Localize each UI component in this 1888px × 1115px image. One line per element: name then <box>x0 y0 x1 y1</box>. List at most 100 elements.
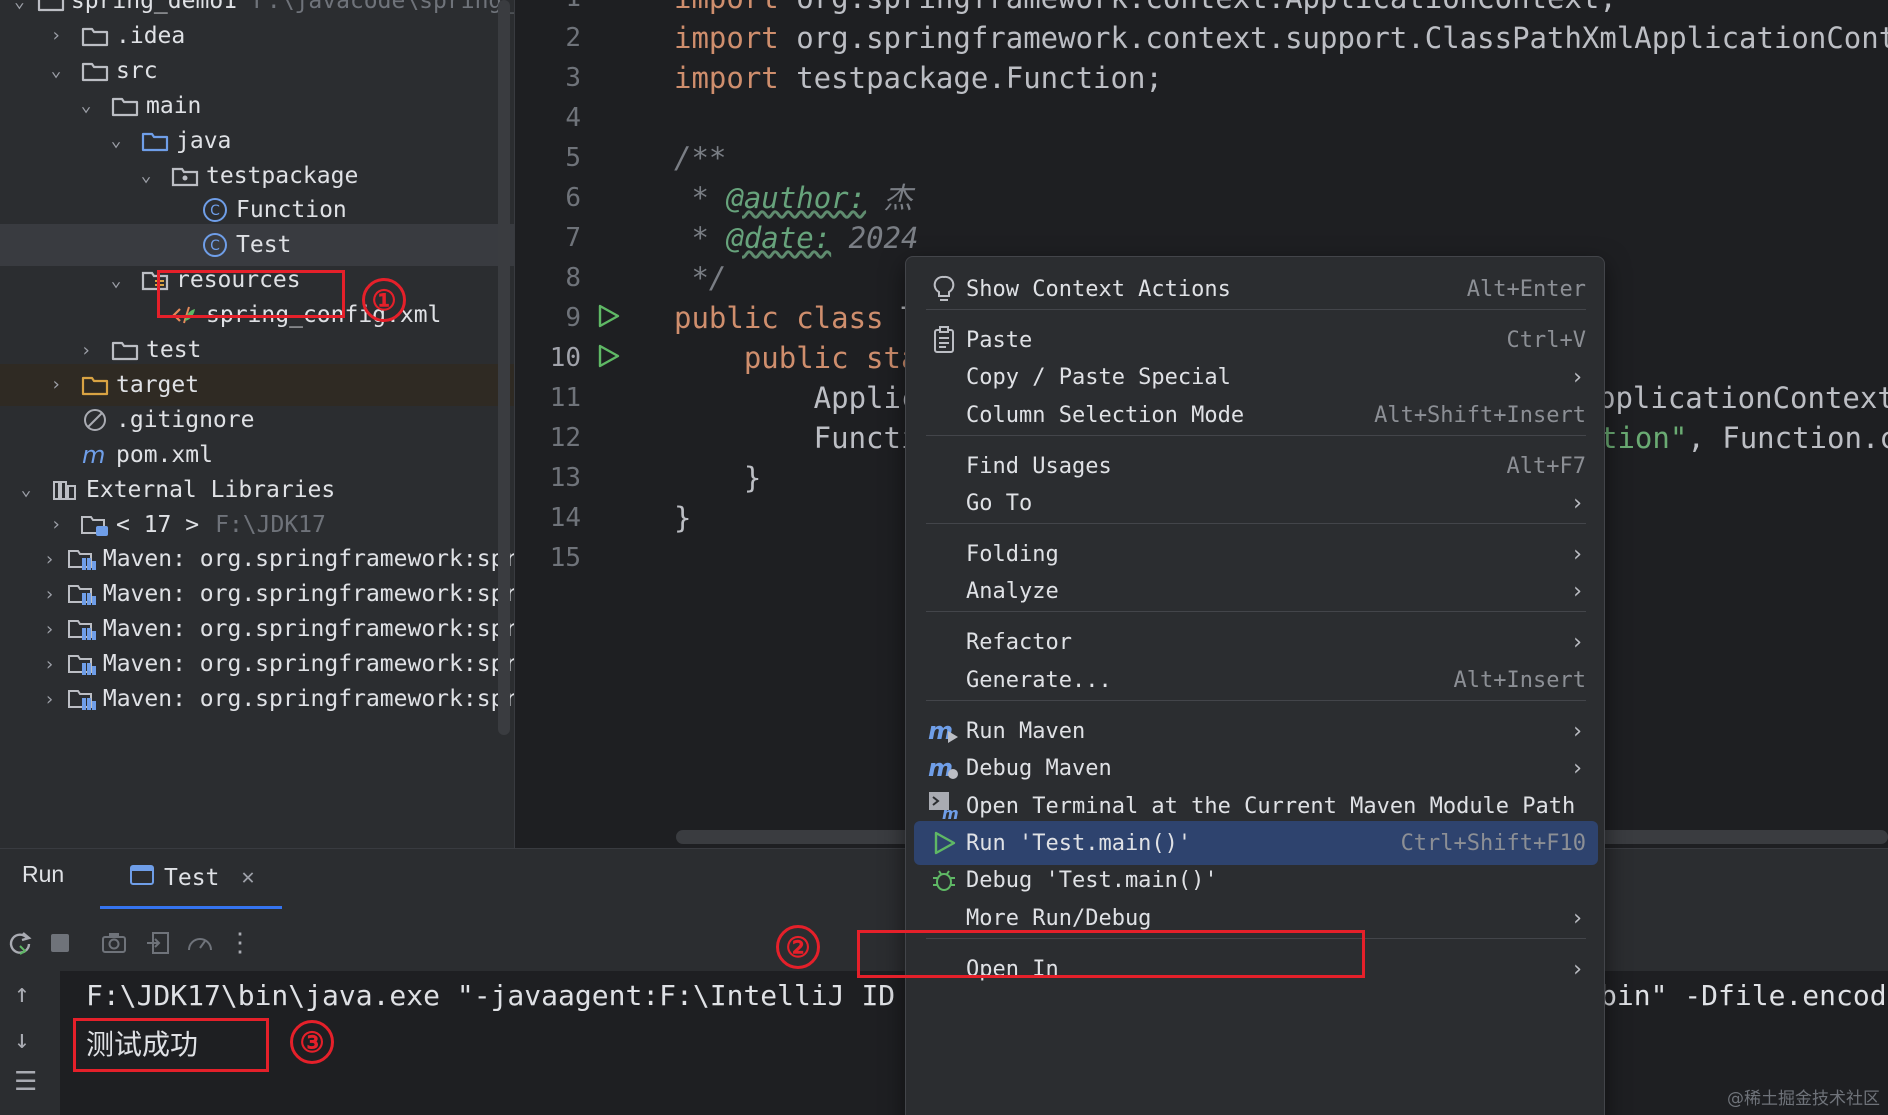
tree-item-label: Maven: org.springframework:spr <box>102 546 514 573</box>
menu-item-shortcut: Ctrl+Shift+F10 <box>1400 830 1586 856</box>
tree-item-label: testpackage <box>206 162 359 189</box>
chevron-right-icon[interactable]: › <box>44 584 55 605</box>
code-keyword: import <box>674 61 779 95</box>
run-tab-test[interactable]: Test ✕ <box>100 849 282 909</box>
code-comment: 杰 <box>866 181 913 215</box>
line-number: 15 <box>549 543 581 573</box>
annotation-badge-3: ③ <box>290 1020 334 1064</box>
annotation-box-run <box>857 930 1365 978</box>
screenshot-icon[interactable] <box>96 925 132 961</box>
more-options-icon[interactable]: ⋮ <box>222 925 258 961</box>
menu-item-analyze[interactable]: Analyze › <box>914 569 1598 613</box>
tree-item-label: Maven: org.springframework:spr <box>102 581 514 608</box>
tree-item-label: Maven: org.springframework:spr <box>102 686 514 712</box>
chevron-right-icon[interactable]: › <box>44 374 68 395</box>
code-doc-tag: @date: <box>726 221 832 255</box>
menu-item-label: Find Usages <box>966 453 1112 479</box>
code-text: testpackage.Function; <box>778 61 1163 95</box>
chevron-right-icon[interactable]: › <box>44 25 68 46</box>
gutter-run-icon[interactable] <box>595 303 625 333</box>
maven-debug-icon: m <box>924 754 964 782</box>
tree-item-label: Maven: org.springframework:spr <box>102 616 514 643</box>
folder-icon <box>110 93 140 119</box>
chevron-right-icon[interactable]: › <box>44 689 55 710</box>
exit-icon[interactable] <box>140 925 176 961</box>
svg-text:m: m <box>928 754 953 782</box>
tree-item[interactable]: › Maven: org.springframework:spr <box>0 678 514 720</box>
menu-item-label: Open Terminal at the Current Maven Modul… <box>966 793 1576 819</box>
source-folder-icon <box>140 128 170 154</box>
svg-text:C: C <box>210 203 220 219</box>
performance-icon[interactable] <box>182 925 218 961</box>
menu-item-go-to[interactable]: Go To › <box>914 481 1598 525</box>
menu-item-label: Generate... <box>966 667 1112 693</box>
code-keyword: import <box>674 21 779 55</box>
run-tab-label: Test <box>164 864 220 891</box>
library-icon <box>67 546 97 572</box>
excluded-folder-icon <box>80 372 110 398</box>
rerun-icon[interactable] <box>2 925 38 961</box>
menu-item-column-selection-mode[interactable]: Column Selection Mode Alt+Shift+Insert <box>914 393 1598 437</box>
stop-icon[interactable] <box>42 925 78 961</box>
chevron-down-icon[interactable]: ⌄ <box>14 479 38 500</box>
chevron-down-icon[interactable]: ⌄ <box>104 270 128 291</box>
class-icon: C <box>200 232 230 258</box>
console-tab-icon <box>130 864 154 892</box>
tree-item-path-hint: F:\javacode\spring_ <box>253 0 514 14</box>
code-comment: * <box>674 221 727 255</box>
chevron-down-icon[interactable]: ⌄ <box>14 0 25 12</box>
annotation-box-output <box>73 1018 269 1072</box>
maven-file-icon: m <box>80 442 110 468</box>
chevron-down-icon[interactable]: ⌄ <box>44 60 68 81</box>
chevron-down-icon[interactable]: ⌄ <box>74 95 98 116</box>
code-text: } <box>674 461 762 495</box>
annotation-badge-1: ① <box>362 278 406 322</box>
menu-item-shortcut: Alt+Shift+Insert <box>1374 402 1586 428</box>
menu-item-label: Run 'Test.main()' <box>966 830 1192 856</box>
chevron-down-icon[interactable]: ⌄ <box>134 165 158 186</box>
menu-item-show-context-actions[interactable]: Show Context Actions Alt+Enter <box>914 267 1598 311</box>
tree-item-label: test <box>146 337 202 363</box>
gutter-run-icon[interactable] <box>595 343 625 373</box>
close-tab-icon[interactable]: ✕ <box>241 865 254 890</box>
annotation-box-test <box>157 270 345 318</box>
tree-item-label: Function <box>236 197 347 224</box>
code-text: Applic <box>674 381 919 415</box>
chevron-down-icon[interactable]: ⌄ <box>104 130 128 151</box>
scroll-up-icon[interactable]: ↑ <box>14 979 30 1009</box>
chevron-right-icon[interactable]: › <box>44 514 68 535</box>
run-panel-title: Run <box>22 861 65 887</box>
soft-wrap-icon[interactable]: ☰ <box>14 1067 37 1097</box>
menu-item-label: Go To <box>966 490 1033 516</box>
code-doc-tag: @author: <box>726 181 867 215</box>
code-text: pplicationContext( <box>1598 381 1888 415</box>
run-icon <box>924 830 964 856</box>
menu-item-generate[interactable]: Generate... Alt+Insert <box>914 658 1598 702</box>
chevron-right-icon[interactable]: › <box>44 619 55 640</box>
project-tool-window: ⌄ spring_demo1 F:\javacode\spring_ › .idea ⌄ s… <box>0 0 514 848</box>
tree-item-label: target <box>116 371 200 398</box>
code-text: org.springframework.context.ApplicationC… <box>779 0 1617 15</box>
menu-item-shortcut: Alt+F7 <box>1506 453 1586 479</box>
submenu-arrow-icon: › <box>1570 755 1584 781</box>
package-icon <box>170 163 200 189</box>
menu-item-label: Refactor <box>966 629 1072 655</box>
jdk-icon <box>80 512 110 538</box>
folder-icon <box>80 23 110 49</box>
chevron-right-icon[interactable]: › <box>44 654 55 675</box>
code-line: import testpackage.Function; <box>674 54 1163 102</box>
menu-item-label: More Run/Debug <box>966 905 1152 931</box>
terminal-maven-icon: m <box>924 791 964 821</box>
editor-gutter: 123456789101112131415 <box>514 0 670 848</box>
svg-text:C: C <box>210 238 220 254</box>
project-scrollbar[interactable] <box>498 0 510 735</box>
editor-context-menu: Show Context Actions Alt+Enter Paste Ctrl+V… <box>905 256 1605 1115</box>
ignore-file-icon <box>80 407 110 433</box>
scroll-down-icon[interactable]: ↓ <box>14 1025 30 1055</box>
chevron-right-icon[interactable]: › <box>44 549 55 570</box>
folder-icon <box>80 58 110 84</box>
chevron-right-icon[interactable]: › <box>74 340 98 361</box>
menu-item-label: Debug 'Test.main()' <box>966 867 1218 893</box>
clipboard-icon <box>924 326 964 354</box>
code-line: } <box>674 494 691 542</box>
